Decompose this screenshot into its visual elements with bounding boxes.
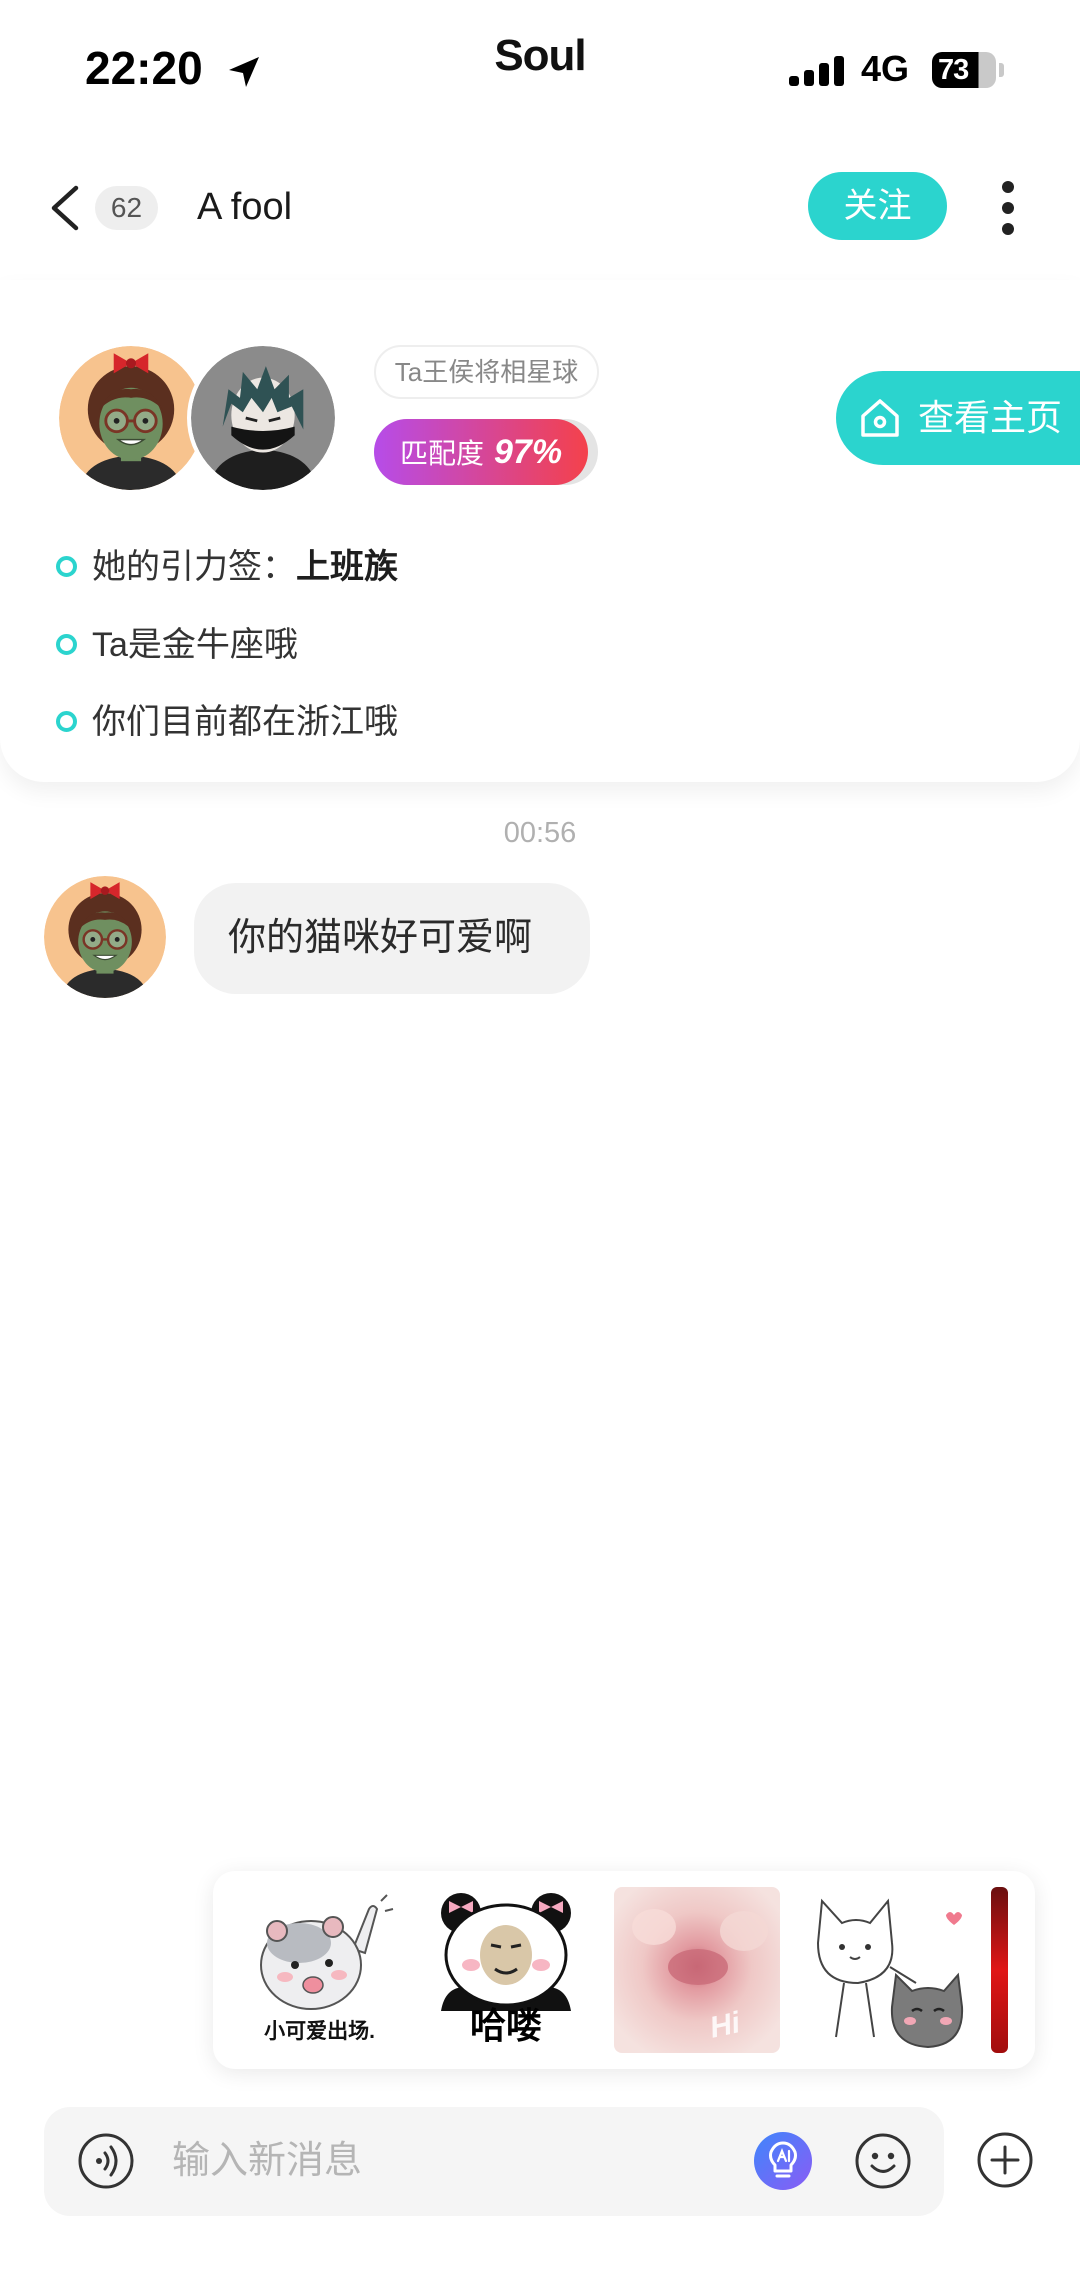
unread-count-badge[interactable]: 62 <box>95 186 158 230</box>
fact-highlight: 上班族 <box>296 548 398 586</box>
planet-tag: Ta王侯将相星球 <box>374 345 599 399</box>
fact-gravity-tag: 她的引力签：上班族 <box>56 540 398 594</box>
fact-text: 她的引力签： <box>92 548 296 586</box>
fact-zodiac: Ta是金牛座哦 <box>56 618 298 672</box>
fact-location: 你们目前都在浙江哦 <box>56 695 398 749</box>
chat-title: A fool <box>197 186 293 228</box>
battery-nub <box>999 63 1004 77</box>
circle-bullet-icon <box>56 633 77 655</box>
ai-bulb-icon[interactable] <box>753 2131 813 2191</box>
circle-bullet-icon <box>56 710 77 732</box>
sticker-caption: 小可爱出场. <box>264 2020 375 2043</box>
view-homepage-button[interactable]: 查看主页 <box>836 371 1080 465</box>
sticker-suggestion-bar: 小可爱出场. 哈喽 Hi <box>213 1871 1035 2069</box>
app-name: Soul <box>494 31 586 80</box>
match-score-pill: 匹配度 97% <box>374 419 598 485</box>
house-icon <box>861 399 899 437</box>
network-type: 4G <box>861 48 910 89</box>
my-avatar-frame <box>187 342 339 494</box>
message-input-bar <box>44 2107 944 2216</box>
sender-avatar[interactable] <box>44 876 166 998</box>
pink-paw-photo-sticker[interactable]: Hi <box>614 1887 780 2053</box>
battery-indicator: 73 <box>932 52 996 88</box>
cellular-signal-icon <box>789 56 844 86</box>
more-vertical-icon[interactable] <box>997 179 1019 237</box>
chevron-left-icon[interactable] <box>46 184 84 232</box>
message-timestamp: 00:56 <box>503 817 577 849</box>
cats-sticker[interactable] <box>804 1887 970 2053</box>
message-bubble[interactable]: 你的猫咪好可爱啊 <box>194 883 590 994</box>
plus-circle-icon[interactable] <box>976 2131 1034 2189</box>
match-score-fill: 匹配度 97% <box>374 419 588 485</box>
red-sticker-partial-image <box>991 1887 1008 2053</box>
view-homepage-label: 查看主页 <box>918 397 1063 438</box>
fact-text: 你们目前都在浙江哦 <box>92 703 398 741</box>
my-avatar[interactable] <box>191 346 335 490</box>
pink-paw-photo-image <box>614 1887 780 2053</box>
panda-meme-sticker[interactable]: 哈喽 <box>435 1887 577 2053</box>
red-sticker-partial[interactable] <box>991 1887 1008 2053</box>
cats-sticker-image <box>816 1898 964 2049</box>
hamster-sticker[interactable]: 小可爱出场. <box>241 1887 398 2053</box>
fact-text: Ta是金牛座哦 <box>92 626 298 664</box>
partner-avatar[interactable] <box>59 346 203 490</box>
circle-bullet-icon <box>56 555 77 577</box>
message-input[interactable] <box>172 2107 732 2216</box>
voice-input-icon[interactable] <box>77 2132 135 2190</box>
sticker-caption: 哈喽 <box>469 2005 542 2046</box>
follow-button[interactable]: 关注 <box>808 172 947 240</box>
match-label: 匹配度 <box>400 438 485 469</box>
match-value: 97% <box>494 433 563 471</box>
smiley-icon[interactable] <box>854 2132 912 2190</box>
